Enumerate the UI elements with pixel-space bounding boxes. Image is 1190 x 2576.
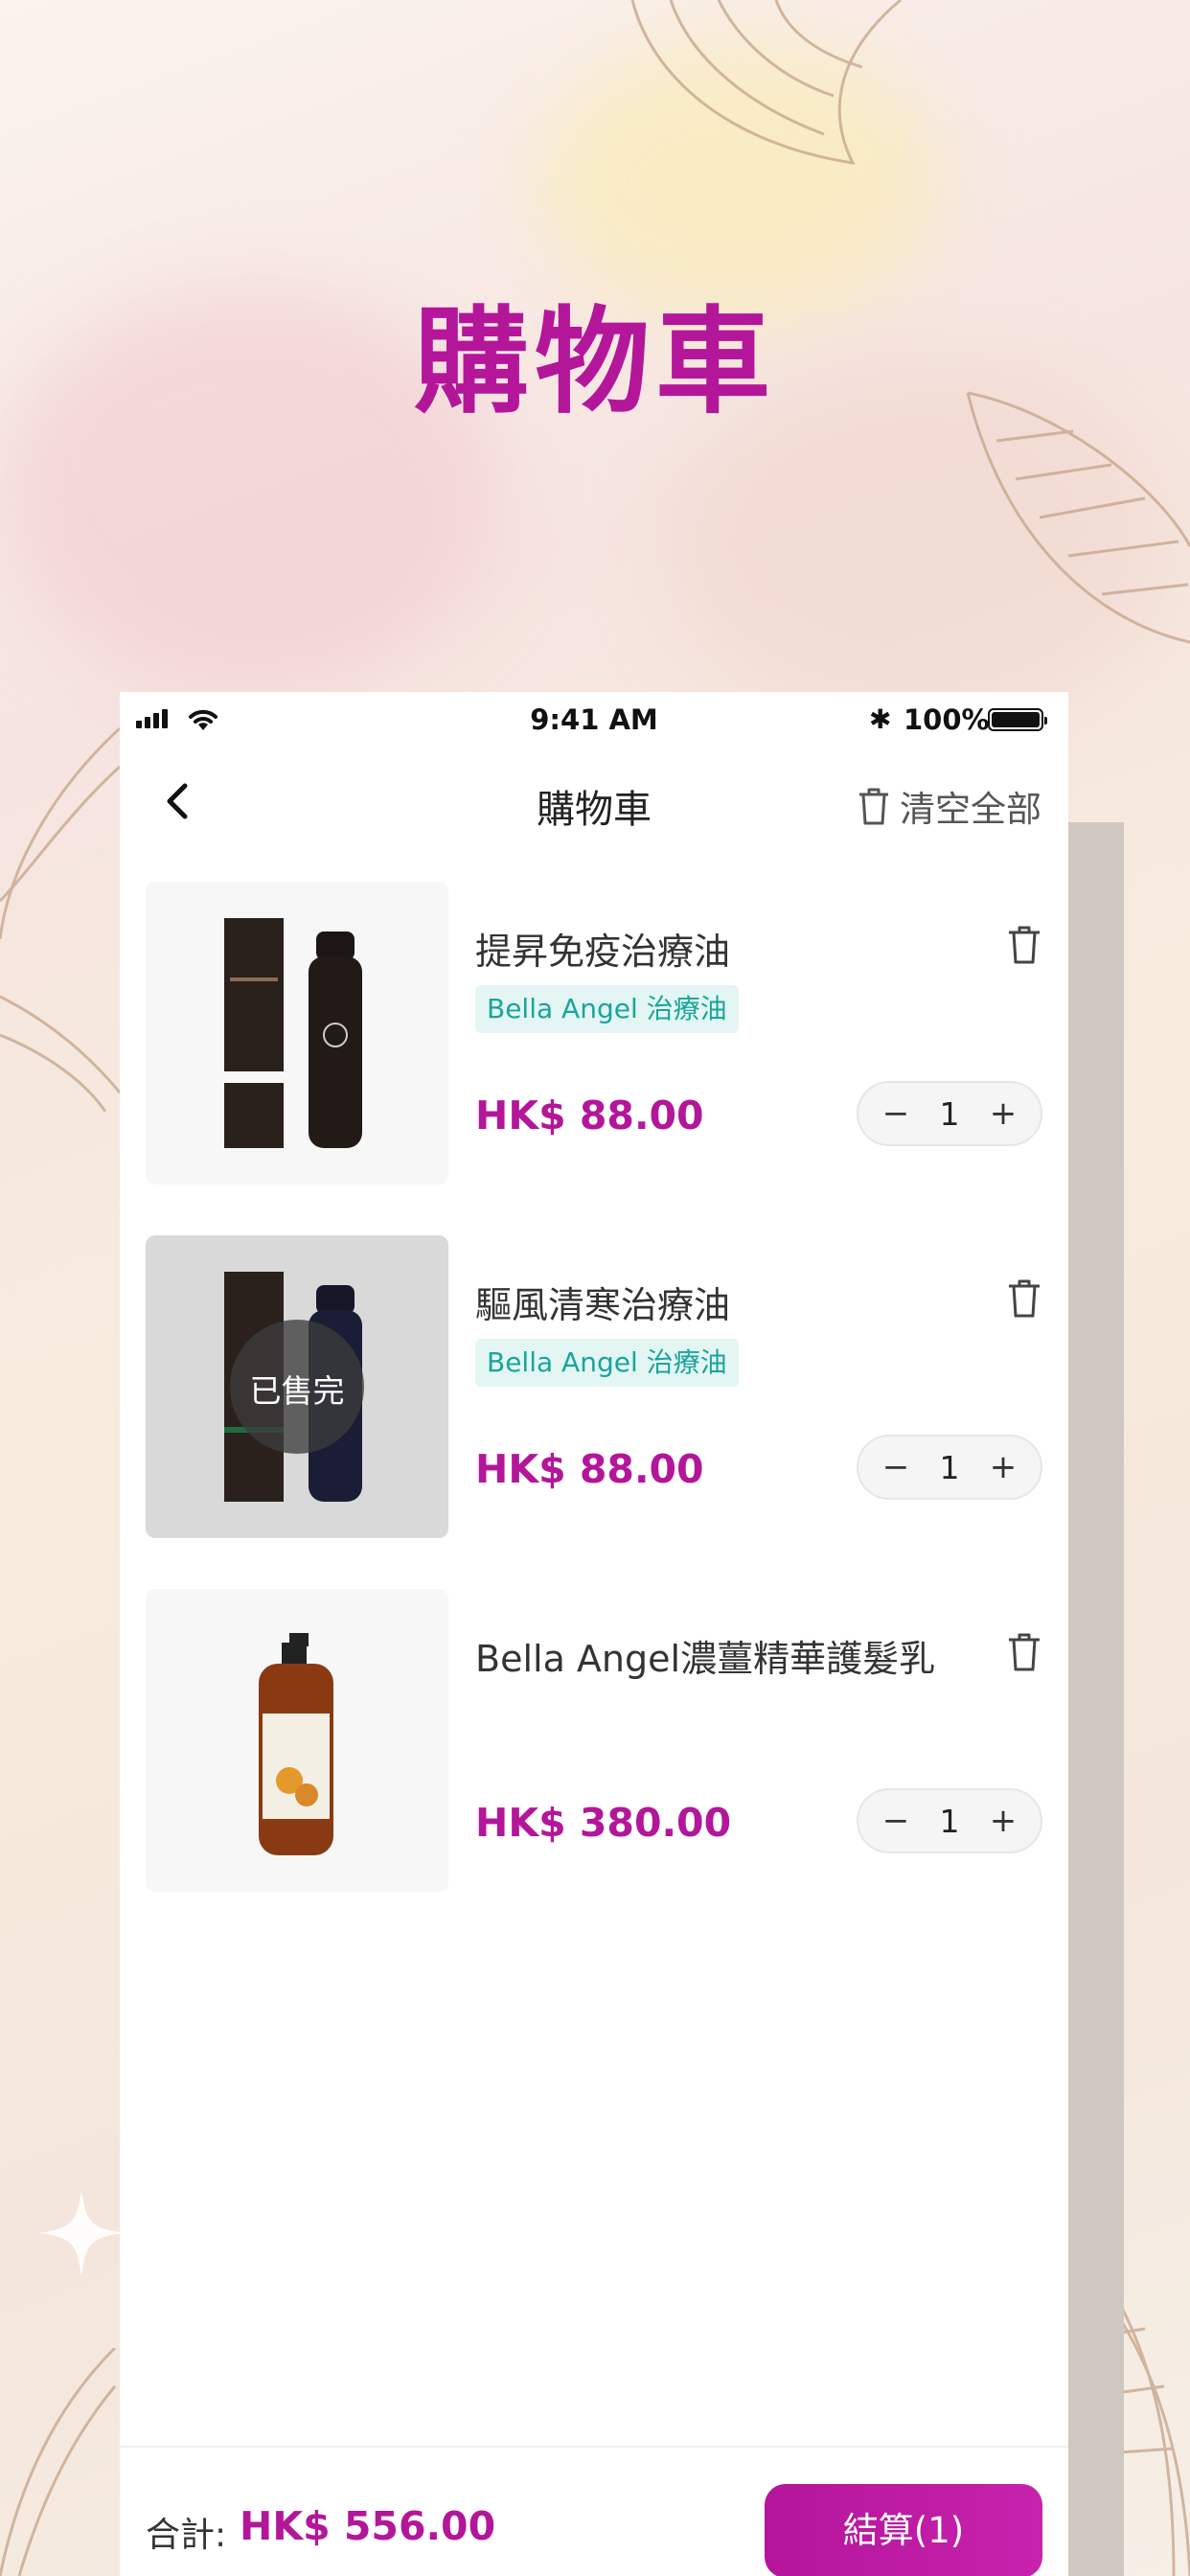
sold-out-label: 已售完 <box>249 1372 345 1410</box>
leaf-decoration <box>0 726 120 1112</box>
bluetooth-icon: ✱ <box>869 703 892 735</box>
nav-bar: 購物車 清空全部 <box>120 748 1068 853</box>
delete-trash-icon[interactable] <box>1006 1631 1042 1673</box>
hero-title: 購物車 <box>414 294 776 429</box>
decrement-button[interactable]: − <box>881 1802 910 1840</box>
sparkle-icon <box>38 2190 125 2276</box>
increment-button[interactable]: + <box>989 1802 1018 1840</box>
quantity-stepper: − 1 + <box>857 1081 1042 1146</box>
product-bottle-illustration <box>224 918 362 1148</box>
increment-button[interactable]: + <box>989 1448 1018 1486</box>
product-name[interactable]: 提昇免疫治療油 <box>475 922 730 975</box>
product-name[interactable]: 驅風清寒治療油 <box>475 1276 730 1328</box>
clear-all-button[interactable]: 清空全部 <box>858 780 1041 832</box>
leaf-decoration <box>630 0 902 165</box>
product-image[interactable]: 已售完 <box>146 1235 448 1538</box>
clear-all-label: 清空全部 <box>900 789 1041 830</box>
quantity-stepper: − 1 + <box>857 1788 1042 1853</box>
phone-screen: 9:41 AM ✱ 100% 購物車 清空全部 提昇免疫治療油 Bella An… <box>120 692 1068 2576</box>
total-label: 合計: <box>146 2516 227 2555</box>
cart-item: 已售完 驅風清寒治療油 Bella Angel 治療油 HK$ 88.00 − … <box>146 1235 1042 1538</box>
quantity-stepper: − 1 + <box>857 1435 1042 1500</box>
total-value: HK$ 556.00 <box>240 2503 496 2549</box>
checkout-footer: 合計: HK$ 556.00 結算(1) <box>120 2446 1068 2576</box>
trash-icon <box>859 788 888 825</box>
product-tag: Bella Angel 治療油 <box>475 1339 739 1387</box>
quantity-value: 1 <box>939 1448 960 1486</box>
side-panel <box>1068 822 1124 2576</box>
product-name[interactable]: Bella Angel濃薑精華護髮乳 <box>475 1629 935 1682</box>
cart-item: 提昇免疫治療油 Bella Angel 治療油 HK$ 88.00 − 1 + <box>146 882 1042 1184</box>
delete-trash-icon[interactable] <box>1006 924 1042 966</box>
decrement-button[interactable]: − <box>881 1448 910 1486</box>
product-price: HK$ 380.00 <box>475 1800 732 1846</box>
delete-trash-icon[interactable] <box>1006 1277 1042 1320</box>
product-bottle-illustration <box>259 1633 333 1855</box>
checkout-button[interactable]: 結算(1) <box>765 2484 1042 2576</box>
cart-item: Bella Angel濃薑精華護髮乳 HK$ 380.00 − 1 + <box>146 1589 1042 1892</box>
product-price: HK$ 88.00 <box>475 1446 704 1492</box>
status-bar: 9:41 AM ✱ 100% <box>120 692 1068 748</box>
quantity-value: 1 <box>939 1094 960 1133</box>
product-image[interactable] <box>146 1589 448 1892</box>
quantity-value: 1 <box>939 1802 960 1840</box>
battery-percent: 100% <box>904 703 990 736</box>
leaf-decoration <box>0 2348 117 2576</box>
product-image[interactable] <box>146 882 448 1184</box>
decrement-button[interactable]: − <box>881 1094 910 1133</box>
product-price: HK$ 88.00 <box>475 1092 704 1138</box>
increment-button[interactable]: + <box>989 1094 1018 1133</box>
battery-icon <box>988 708 1047 731</box>
product-tag: Bella Angel 治療油 <box>475 985 739 1033</box>
